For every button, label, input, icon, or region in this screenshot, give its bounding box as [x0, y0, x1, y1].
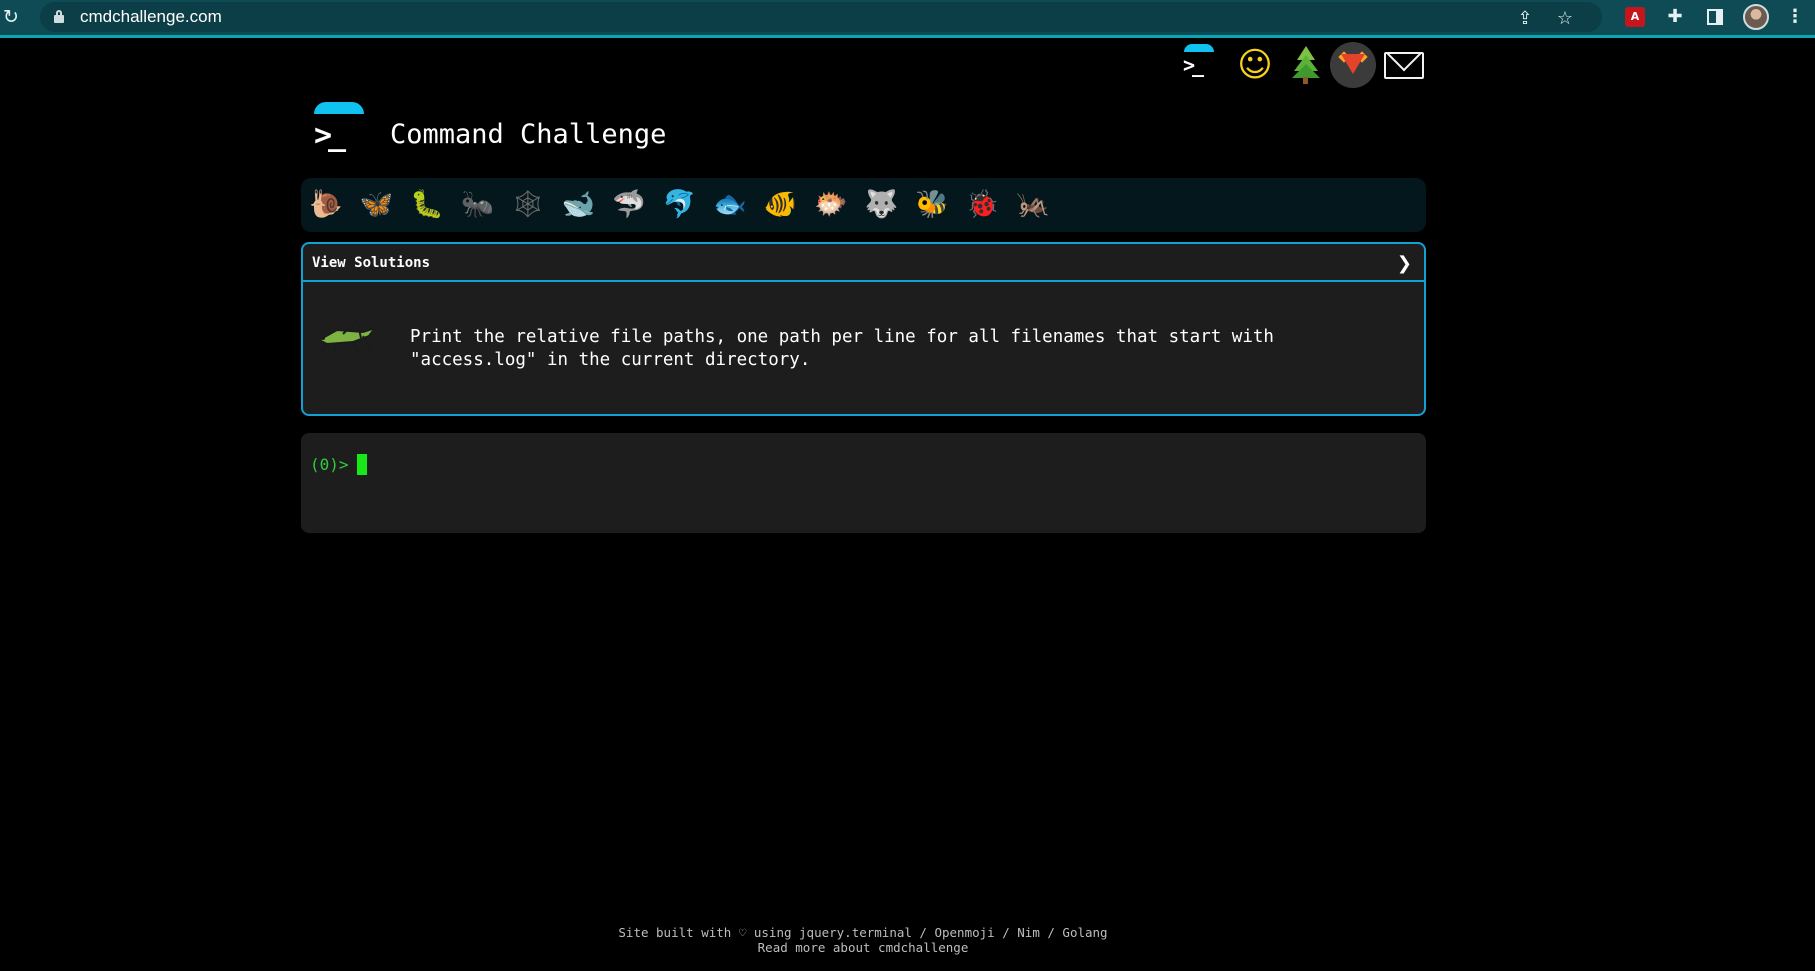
challenge-progress-strip: 🐌 🦋 🐛 🐜 🕸 🐋 🦈 🐬 🐟 🐠 🐡 🐺 🐝 🐞 🦗 [301, 178, 1426, 232]
blowfish-icon[interactable]: 🐡 [813, 187, 849, 223]
terminal-logo-icon[interactable]: >_ [1175, 42, 1221, 88]
whale-icon[interactable]: 🐋 [561, 187, 597, 223]
extensions-icon[interactable]: ✚ [1664, 6, 1686, 28]
challenge-description: Print the relative file paths, one path … [410, 326, 1410, 372]
dolphin-icon[interactable]: 🐬 [662, 187, 698, 223]
url-text[interactable]: cmdchallenge.com [80, 7, 222, 27]
wolf-icon[interactable]: 🐺 [864, 187, 900, 223]
chevron-right-icon[interactable]: ❯ [1397, 253, 1412, 274]
shark-icon[interactable]: 🦈 [611, 187, 647, 223]
terminal-cursor[interactable] [357, 454, 367, 475]
menu-icon[interactable]: ⋮ [1784, 6, 1806, 28]
star-icon[interactable]: ☆ [1554, 8, 1576, 30]
envelope-icon[interactable] [1380, 42, 1426, 88]
description-line-2: "access.log" in the current directory. [410, 350, 811, 370]
site-logo[interactable]: >_ [310, 102, 366, 160]
evergreen-tree-icon[interactable] [1284, 42, 1330, 88]
view-solutions-label[interactable]: View Solutions [312, 255, 430, 271]
logo-cap [314, 102, 364, 114]
reload-icon[interactable]: ↻ [3, 7, 23, 27]
terminal[interactable]: (0)> [301, 433, 1426, 533]
fish-icon[interactable]: 🐟 [712, 187, 748, 223]
lock-icon[interactable] [54, 10, 64, 23]
tropical-fish-icon[interactable]: 🐠 [763, 187, 799, 223]
page-title: Command Challenge [390, 119, 667, 150]
butterfly-icon[interactable]: 🦋 [359, 187, 395, 223]
address-bar[interactable]: cmdchallenge.com ⇪ ☆ [40, 2, 1602, 32]
footer: Site built with ♡ using jquery.terminal … [0, 925, 1726, 955]
gitlab-icon[interactable] [1330, 42, 1376, 88]
terminal-prompt: (0)> [310, 455, 349, 474]
view-solutions-toggle[interactable]: View Solutions ❯ [303, 244, 1424, 282]
footer-credits[interactable]: Site built with ♡ using jquery.terminal … [0, 925, 1726, 940]
pdf-extension-icon[interactable]: A [1625, 7, 1645, 27]
top-nav: >_ ☺ [1175, 42, 1435, 88]
challenge-card: View Solutions ❯ Print the relative file… [301, 242, 1426, 416]
grasshopper-icon[interactable]: 🦗 [1015, 187, 1051, 223]
footer-read-more-link[interactable]: Read more about cmdchallenge [0, 940, 1726, 955]
terminal-prompt-icon: >_ [314, 118, 346, 153]
ladybug-icon[interactable]: 🐞 [965, 187, 1001, 223]
caterpillar-icon[interactable]: 🐛 [409, 187, 445, 223]
snail-icon[interactable]: 🐌 [308, 187, 344, 223]
profile-avatar[interactable] [1743, 4, 1769, 30]
ant-icon[interactable]: 🐜 [460, 187, 496, 223]
bee-icon[interactable]: 🐝 [914, 187, 950, 223]
share-icon[interactable]: ⇪ [1514, 8, 1536, 30]
shushing-face-icon[interactable]: ☺ [1232, 42, 1278, 88]
spider-web-icon[interactable]: 🕸 [510, 187, 546, 223]
description-line-1: Print the relative file paths, one path … [410, 327, 1274, 347]
grasshopper-icon [316, 318, 378, 355]
side-panel-icon[interactable] [1707, 9, 1723, 25]
browser-toolbar: ↻ cmdchallenge.com ⇪ ☆ A ✚ ⋮ [0, 0, 1815, 38]
